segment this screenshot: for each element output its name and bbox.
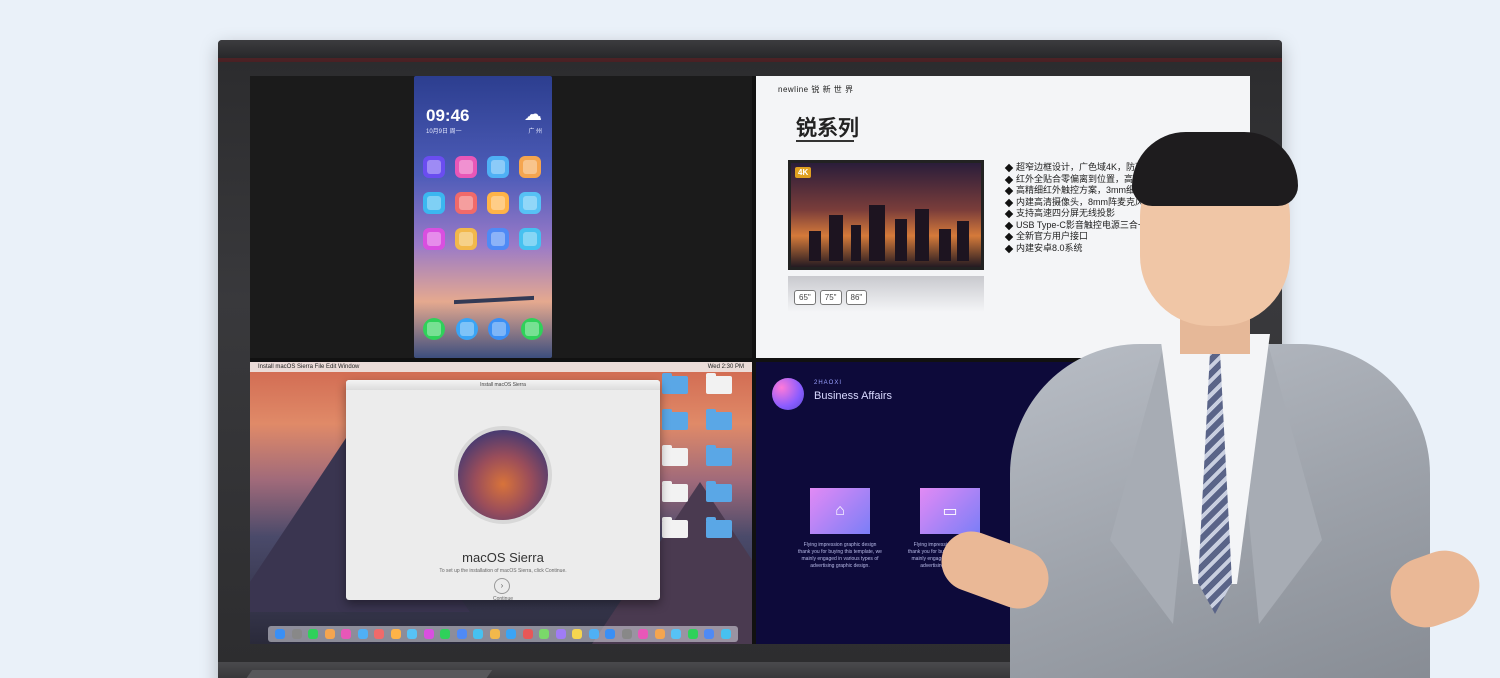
dock-app-icon[interactable] [374, 629, 385, 639]
wallpaper-pier [454, 295, 534, 305]
phone-app-icon[interactable] [519, 156, 541, 178]
folder-icon[interactable] [706, 445, 732, 466]
business-card[interactable]: ⌂ Flying impression graphic design thank … [798, 488, 882, 570]
phone-app-icon[interactable] [455, 192, 477, 214]
phone-app-icon[interactable] [487, 192, 509, 214]
dock-app-icon[interactable] [291, 629, 302, 639]
quadrant-macos[interactable]: Install macOS Sierra File Edit Window We… [250, 362, 752, 644]
size-pill: 65" [794, 290, 816, 305]
phone-app-icon[interactable] [487, 156, 509, 178]
dock-app-icon[interactable] [390, 629, 401, 639]
dock-app-icon[interactable] [671, 629, 682, 639]
brand-logo: newline 锐 新 世 界 [778, 85, 854, 94]
business-title: Business Affairs [814, 390, 893, 402]
menubar-items[interactable]: Install macOS Sierra File Edit Window [258, 364, 359, 370]
macos-menubar[interactable]: Install macOS Sierra File Edit Window We… [250, 362, 752, 372]
dock-app-icon[interactable] [605, 629, 616, 639]
slide-title-underline [796, 140, 854, 142]
cloud-icon: ☁ [524, 104, 542, 124]
phone-dock-icon[interactable] [423, 318, 445, 340]
continue-button[interactable]: › [494, 578, 510, 594]
phone-dock [423, 318, 543, 340]
dock-app-icon[interactable] [621, 629, 632, 639]
phone-app-icon[interactable] [519, 228, 541, 250]
document-icon[interactable] [662, 445, 688, 466]
slide-title: 锐系列 [796, 117, 859, 140]
size-options: 65" 75" 86" [794, 290, 868, 305]
installer-titlebar[interactable]: Install macOS Sierra [346, 380, 660, 390]
dock-app-icon[interactable] [308, 629, 319, 639]
installer-title: macOS Sierra [462, 550, 544, 565]
dock-app-icon[interactable] [489, 629, 500, 639]
dock-app-icon[interactable] [720, 629, 731, 639]
home-icon: ⌂ [810, 488, 870, 534]
dock-app-icon[interactable] [572, 629, 583, 639]
phone-app-icon[interactable] [423, 228, 445, 250]
dock-app-icon[interactable] [473, 629, 484, 639]
desktop-icons [662, 373, 738, 538]
dock-app-icon[interactable] [506, 629, 517, 639]
dock-app-icon[interactable] [357, 629, 368, 639]
quadrant-phone-mirror[interactable]: 09:46 10月9日 周一 ☁ 广 州 [250, 76, 752, 358]
dock-app-icon[interactable] [687, 629, 698, 639]
folder-icon[interactable] [706, 517, 732, 538]
dock-app-icon[interactable] [456, 629, 467, 639]
folder-icon[interactable] [706, 481, 732, 502]
dock-app-icon[interactable] [539, 629, 550, 639]
dock-app-icon[interactable] [407, 629, 418, 639]
phone-app-icon[interactable] [455, 156, 477, 178]
dock-app-icon[interactable] [654, 629, 665, 639]
document-icon[interactable] [662, 517, 688, 538]
document-icon[interactable] [706, 373, 732, 394]
business-kicker: 2HAOXI [814, 380, 843, 386]
folder-icon[interactable] [706, 409, 732, 430]
dock-app-icon[interactable] [423, 629, 434, 639]
presenter-figure [933, 104, 1500, 678]
phone-app-icon[interactable] [487, 228, 509, 250]
phone-dock-icon[interactable] [520, 318, 543, 340]
dock-app-icon[interactable] [275, 629, 286, 639]
phone-app-icon[interactable] [455, 228, 477, 250]
menubar-clock: Wed 2:30 PM [707, 364, 744, 370]
size-pill: 86" [845, 290, 868, 305]
dock-app-icon[interactable] [341, 629, 352, 639]
macos-dock [268, 626, 738, 642]
dock-app-icon[interactable] [324, 629, 335, 639]
logo-orb-icon [772, 378, 804, 410]
dock-app-icon[interactable] [638, 629, 649, 639]
display-bottom-accent [243, 670, 493, 678]
installer-subtitle: To set up the installation of macOS Sier… [439, 568, 567, 574]
phone-screen[interactable]: 09:46 10月9日 周一 ☁ 广 州 [414, 76, 552, 358]
display-top-stripe [218, 58, 1282, 62]
phone-app-icon[interactable] [423, 192, 445, 214]
dock-app-icon[interactable] [588, 629, 599, 639]
phone-dock-icon[interactable] [455, 318, 478, 340]
phone-app-grid [423, 156, 543, 250]
installer-window[interactable]: Install macOS Sierra macOS Sierra To set… [346, 380, 660, 602]
size-pill: 75" [819, 290, 842, 305]
phone-app-icon[interactable] [519, 192, 541, 214]
phone-city: 广 州 [528, 129, 542, 135]
continue-label: Continue [492, 596, 513, 602]
phone-dock-icon[interactable] [488, 318, 511, 340]
document-icon[interactable] [662, 481, 688, 502]
folder-icon[interactable] [662, 373, 688, 394]
business-card-caption: Flying impression graphic design thank y… [798, 542, 882, 569]
dock-app-icon[interactable] [440, 629, 451, 639]
phone-date: 10月9日 周一 [426, 129, 462, 135]
presenter-hair [1132, 132, 1298, 206]
dock-app-icon[interactable] [522, 629, 533, 639]
phone-app-icon[interactable] [423, 156, 445, 178]
4k-badge: 4K [795, 167, 812, 178]
macos-sierra-icon [454, 426, 552, 524]
folder-icon[interactable] [662, 409, 688, 430]
dock-app-icon[interactable] [555, 629, 566, 639]
dock-app-icon[interactable] [704, 629, 715, 639]
phone-clock: 09:46 [426, 106, 470, 125]
